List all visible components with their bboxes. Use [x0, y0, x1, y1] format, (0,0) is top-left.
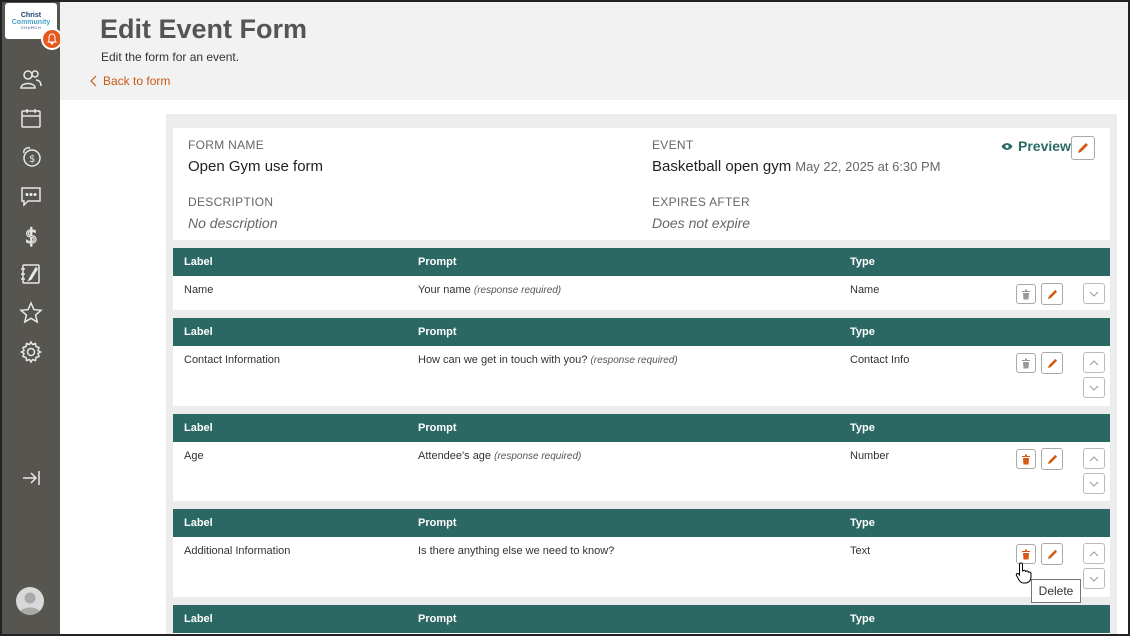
delete-tooltip: Delete: [1031, 579, 1081, 603]
question-header: Label Prompt Type: [173, 509, 1110, 537]
messages-icon[interactable]: [18, 183, 44, 209]
question-header: Label Prompt Type: [173, 414, 1110, 442]
chevron-down-icon: [1089, 576, 1099, 582]
move-down-button[interactable]: [1083, 283, 1105, 304]
trash-icon: [1022, 454, 1030, 464]
form-info-card: FORM NAME Open Gym use form EVENT Basket…: [173, 128, 1110, 240]
chevron-up-icon: [1089, 455, 1099, 461]
event-label: EVENT: [652, 138, 694, 152]
eye-icon: [1001, 142, 1013, 150]
move-up-button[interactable]: [1083, 543, 1105, 564]
pencil-icon: [1047, 549, 1057, 559]
move-up-button[interactable]: [1083, 352, 1105, 373]
question-block-contact: Label Prompt Type Contact Information Ho…: [173, 318, 1110, 406]
chevron-down-icon: [1089, 291, 1099, 297]
delete-button[interactable]: [1016, 284, 1036, 304]
settings-gear-icon[interactable]: [18, 339, 44, 365]
delete-button[interactable]: [1016, 353, 1036, 373]
sidebar: Christ Community CHURCH $ $: [2, 2, 63, 634]
form-name-label: FORM NAME: [188, 138, 265, 152]
edit-question-button[interactable]: [1041, 352, 1063, 374]
pencil-icon: [1047, 358, 1057, 368]
description-label: DESCRIPTION: [188, 195, 274, 209]
star-icon[interactable]: [18, 300, 44, 326]
move-down-button[interactable]: [1083, 568, 1105, 589]
event-value: Basketball open gym May 22, 2025 at 6:30 …: [652, 158, 941, 175]
description-value: No description: [188, 215, 278, 231]
question-header: Label Prompt Type: [173, 605, 1110, 633]
edit-question-button[interactable]: [1041, 283, 1063, 305]
delete-button[interactable]: [1016, 449, 1036, 469]
chevron-down-icon: [1089, 385, 1099, 391]
form-name-value: Open Gym use form: [188, 158, 324, 175]
hand-pointer-cursor-icon: [1015, 562, 1033, 589]
pencil-icon: [1047, 289, 1057, 299]
page-title: Edit Event Form: [100, 14, 308, 44]
event-date: May 22, 2025 at 6:30 PM: [795, 159, 941, 174]
move-down-button[interactable]: [1083, 377, 1105, 398]
move-up-button[interactable]: [1083, 448, 1105, 469]
delete-button[interactable]: [1016, 544, 1036, 564]
expand-sidebar-icon[interactable]: [18, 465, 44, 491]
page-subtitle: Edit the form for an event.: [101, 50, 240, 64]
trash-icon: [1022, 358, 1030, 368]
chevron-left-icon: [90, 75, 97, 87]
finance-dollar-icon[interactable]: $: [18, 222, 44, 248]
question-block-partial: Label Prompt Type: [173, 605, 1110, 634]
svg-text:$: $: [25, 224, 38, 247]
preview-button[interactable]: Preview: [1001, 138, 1071, 154]
people-icon[interactable]: [18, 66, 44, 92]
trash-icon: [1022, 549, 1030, 559]
expires-after-label: EXPIRES AFTER: [652, 195, 750, 209]
edit-question-button[interactable]: [1041, 448, 1063, 470]
edit-question-button[interactable]: [1041, 543, 1063, 565]
question-block-age: Label Prompt Type Age Attendee's age (re…: [173, 414, 1110, 501]
calendar-icon[interactable]: [18, 105, 44, 131]
question-block-name: Label Prompt Type Name Your name (respon…: [173, 248, 1110, 310]
chevron-down-icon: [1089, 481, 1099, 487]
notebook-icon[interactable]: [18, 261, 44, 287]
question-header: Label Prompt Type: [173, 248, 1110, 276]
svg-text:$: $: [29, 154, 35, 165]
page-header: Edit Event Form Edit the form for an eve…: [60, 2, 1128, 100]
pencil-icon: [1078, 143, 1088, 153]
trash-icon: [1022, 289, 1030, 299]
question-header: Label Prompt Type: [173, 318, 1110, 346]
giving-icon[interactable]: $: [18, 144, 44, 170]
edit-form-button[interactable]: [1071, 136, 1095, 160]
chevron-up-icon: [1089, 359, 1099, 365]
expires-after-value: Does not expire: [652, 215, 751, 231]
question-block-additional-info: Label Prompt Type Additional Information…: [173, 509, 1110, 597]
chevron-up-icon: [1089, 550, 1099, 556]
user-avatar[interactable]: [16, 587, 44, 615]
back-to-form-link[interactable]: Back to form: [90, 74, 170, 88]
app-window: Christ Community CHURCH $ $ Edit Event F…: [0, 0, 1130, 636]
pencil-icon: [1047, 454, 1057, 464]
move-down-button[interactable]: [1083, 473, 1105, 494]
form-content: FORM NAME Open Gym use form EVENT Basket…: [166, 114, 1117, 634]
